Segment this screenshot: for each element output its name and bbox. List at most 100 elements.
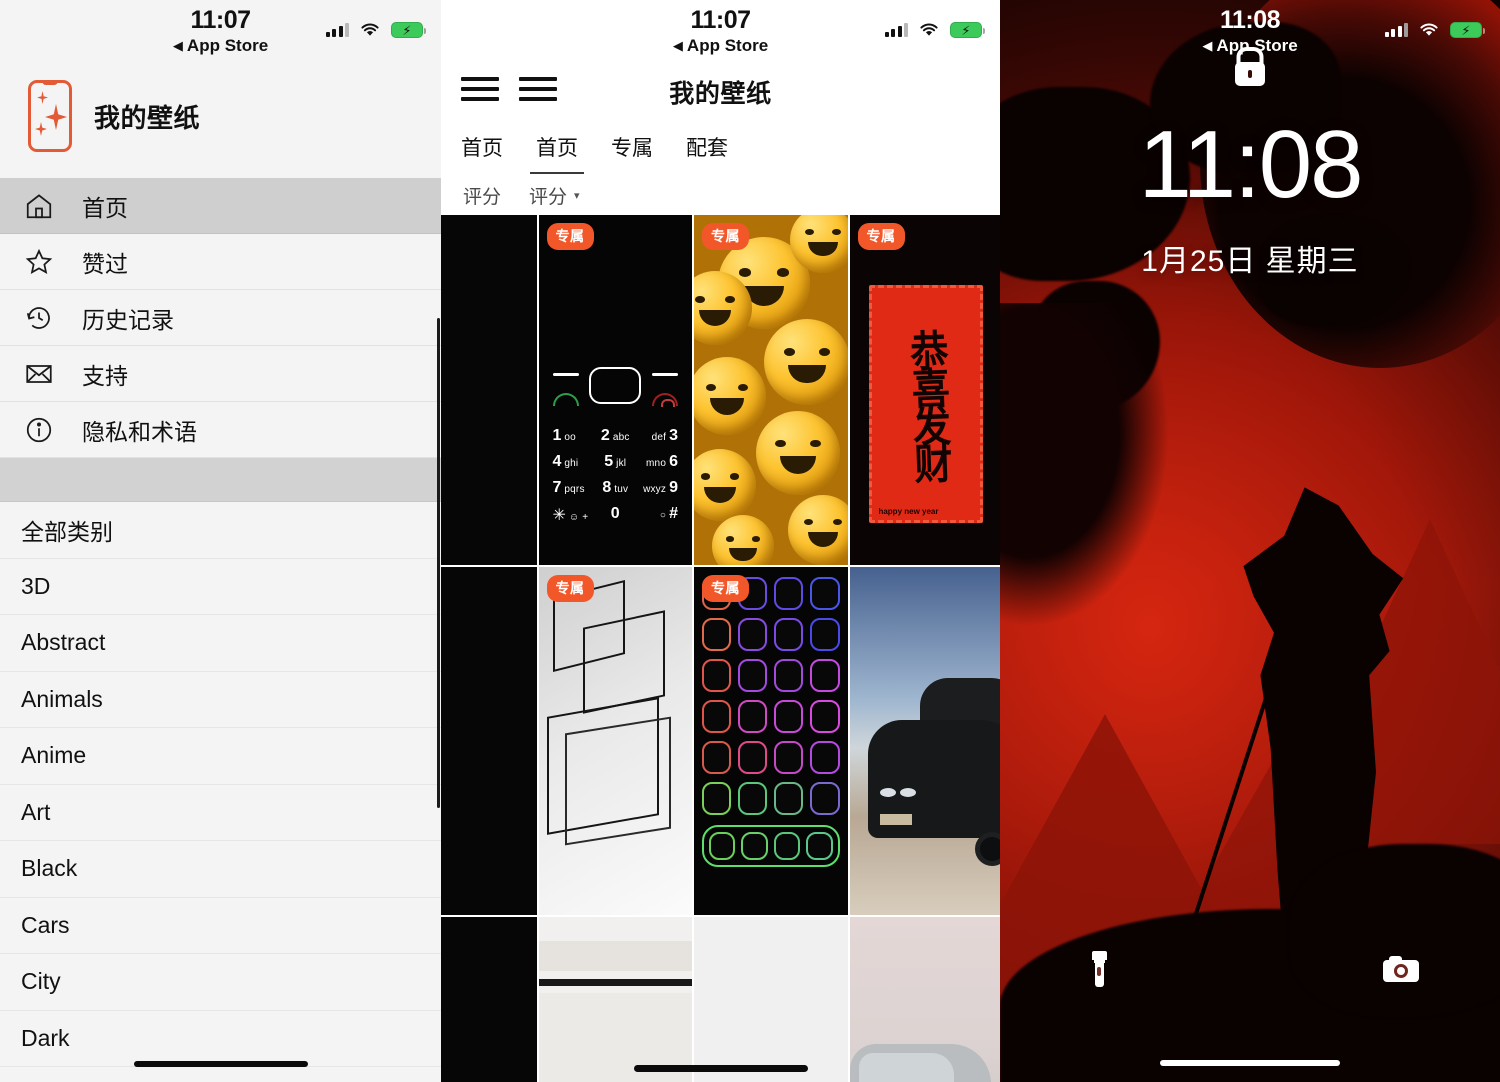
wallpaper-tile-glass-cubes[interactable]: 专属 bbox=[538, 567, 692, 915]
tab-bar: 首页 首页 专属 配套 bbox=[441, 122, 1000, 174]
back-label: App Store bbox=[186, 36, 269, 55]
camera-button[interactable] bbox=[1374, 942, 1428, 996]
filter-bar: 评分 评分 ▾ bbox=[441, 174, 1000, 219]
exclusive-badge: 专属 bbox=[702, 223, 749, 250]
lock-screen-time: 11:08 bbox=[1138, 111, 1363, 218]
panel-wallpaper-feed: 11:07 ◀ App Store ⚡ 我的壁纸 首页 首页 专属 配套 评分 … bbox=[441, 0, 1000, 1082]
back-label: App Store bbox=[1216, 36, 1298, 55]
wallpaper-tile-blank[interactable] bbox=[694, 917, 848, 1082]
wifi-icon bbox=[919, 23, 939, 37]
sidebar-item-home[interactable]: 首页 bbox=[0, 178, 441, 234]
status-icons: ⚡ bbox=[884, 22, 985, 38]
app-brand-header: 我的壁纸 bbox=[0, 62, 441, 178]
wallpaper-tile-bmw-car[interactable] bbox=[849, 567, 1000, 915]
wifi-icon bbox=[360, 23, 380, 37]
status-bar-panel3: 11:08 ◀ App Store ⚡ bbox=[1000, 0, 1500, 62]
tab-home-left[interactable]: 首页 bbox=[461, 132, 503, 174]
white-wall-wallpaper-art bbox=[538, 917, 692, 1082]
signal-icon bbox=[325, 23, 349, 37]
back-to-app-store[interactable]: ◀ App Store bbox=[441, 36, 1000, 56]
back-arrow-icon: ◀ bbox=[172, 38, 183, 53]
wallpaper-tile-silver-car[interactable] bbox=[849, 917, 1000, 1082]
sidebar-label: 首页 bbox=[82, 194, 128, 221]
flashlight-button[interactable] bbox=[1072, 942, 1126, 996]
wallpaper-tile-emoji[interactable]: 专属 bbox=[694, 215, 848, 565]
flashlight-icon bbox=[1091, 951, 1107, 987]
camera-icon bbox=[1383, 956, 1419, 982]
home-indicator bbox=[133, 1061, 308, 1067]
bmw-car-wallpaper-art bbox=[849, 567, 1000, 915]
chevron-down-icon: ▾ bbox=[574, 190, 580, 202]
sidebar-item-support[interactable]: 支持 bbox=[0, 346, 441, 402]
glass-cubes-wallpaper-art bbox=[538, 567, 692, 915]
category-item[interactable]: City bbox=[0, 954, 441, 1011]
wallpaper-tile-dark-edge-2[interactable] bbox=[441, 567, 537, 915]
back-to-app-store[interactable]: ◀ App Store bbox=[0, 36, 441, 56]
wallpaper-tile-keypad[interactable]: 1 oo 2 abc def 3 4 ghi 5 jkl mno 6 7 pqrs 8 tuv … bbox=[538, 215, 692, 565]
wallpaper-tile-dark-edge-3[interactable] bbox=[441, 917, 537, 1082]
sidebar-menu: 首页 赞过 历史记录 支持 隐私和术语 bbox=[0, 178, 441, 458]
sidebar-item-history[interactable]: 历史记录 bbox=[0, 290, 441, 346]
category-list: 全部类别 3D Abstract Animals Anime Art Black… bbox=[0, 502, 441, 1082]
neon-icon-grid-wallpaper-art bbox=[694, 567, 848, 915]
wallpaper-tile-neon-grid[interactable]: 专属 bbox=[694, 567, 848, 915]
app-title: 我的壁纸 bbox=[94, 102, 201, 133]
hongbao-greeting: 恭喜发财 bbox=[903, 328, 951, 480]
exclusive-badge: 专属 bbox=[702, 575, 749, 602]
filter-rating-static[interactable]: 评分 bbox=[463, 182, 501, 209]
page-title: 我的壁纸 bbox=[669, 80, 772, 108]
home-indicator bbox=[633, 1065, 808, 1072]
category-item[interactable]: Cars bbox=[0, 898, 441, 954]
status-bar-panel2: 11:07 ◀ App Store ⚡ bbox=[441, 0, 1000, 62]
exclusive-badge: 专属 bbox=[546, 223, 594, 250]
status-bar-panel1: 11:07 ◀ App Store ⚡ bbox=[0, 0, 441, 62]
wallpaper-grid-scroll[interactable]: 1 oo 2 abc def 3 4 ghi 5 jkl mno 6 7 pqrs 8 tuv … bbox=[441, 214, 1000, 1082]
filter-rating-dropdown[interactable]: 评分 ▾ bbox=[529, 182, 580, 209]
silver-car-wallpaper-art bbox=[849, 917, 1000, 1082]
battery-charging-icon: ⚡ bbox=[391, 22, 426, 38]
lock-screen-date: 1月25日 星期三 bbox=[1141, 245, 1359, 278]
hongbao-subtext: happy new year bbox=[878, 507, 939, 516]
info-icon bbox=[20, 411, 58, 449]
exclusive-badge: 专属 bbox=[546, 575, 594, 602]
mail-icon bbox=[20, 355, 58, 393]
wallpaper-tile-dark-edge[interactable] bbox=[441, 215, 537, 565]
wallpaper-tile-white-wall-car[interactable] bbox=[538, 917, 692, 1082]
star-icon bbox=[20, 243, 58, 281]
panel-lock-screen: 11:08 ◀ App Store ⚡ 11:08 1月25日 星期三 bbox=[1000, 0, 1500, 1082]
scrollbar[interactable] bbox=[437, 318, 440, 808]
status-icons: ⚡ bbox=[1384, 22, 1485, 38]
filter-label: 评分 bbox=[463, 187, 502, 208]
category-item[interactable]: 全部类别 bbox=[0, 502, 441, 559]
sidebar-item-privacy[interactable]: 隐私和术语 bbox=[0, 402, 441, 458]
filter-label: 评分 bbox=[529, 187, 568, 208]
tab-home[interactable]: 首页 bbox=[530, 132, 584, 174]
sidebar-item-liked[interactable]: 赞过 bbox=[0, 234, 441, 290]
home-indicator bbox=[1160, 1060, 1340, 1066]
category-item[interactable]: Dark bbox=[0, 1011, 441, 1067]
sidebar-label: 支持 bbox=[82, 362, 128, 389]
tab-exclusive[interactable]: 专属 bbox=[611, 132, 653, 174]
signal-icon bbox=[1384, 23, 1408, 37]
wifi-icon bbox=[1419, 23, 1439, 37]
battery-charging-icon: ⚡ bbox=[1450, 22, 1485, 38]
category-item[interactable]: Anime bbox=[0, 728, 441, 785]
back-label: App Store bbox=[686, 36, 769, 55]
nav-bar: 我的壁纸 bbox=[441, 62, 1000, 122]
lock-closed-icon bbox=[1235, 62, 1265, 86]
category-item[interactable]: Animals bbox=[0, 672, 441, 728]
category-item[interactable]: Art bbox=[0, 785, 441, 841]
category-item[interactable]: 3D bbox=[0, 559, 441, 615]
three-phone-screenshots: 11:07 ◀ App Store ⚡ 我的壁纸 首页 赞过 历史记录 支持 隐… bbox=[0, 0, 1500, 1082]
sidebar-label: 隐私和术语 bbox=[82, 418, 197, 445]
category-item[interactable]: Abstract bbox=[0, 615, 441, 672]
wallpaper-grid: 1 oo 2 abc def 3 4 ghi 5 jkl mno 6 7 pqrs 8 tuv … bbox=[441, 214, 1000, 1082]
status-icons: ⚡ bbox=[325, 22, 426, 38]
battery-charging-icon: ⚡ bbox=[950, 22, 985, 38]
tab-matching[interactable]: 配套 bbox=[686, 132, 728, 174]
back-to-app-store[interactable]: ◀ App Store bbox=[1000, 36, 1500, 56]
wallpaper-tile-red-envelope[interactable]: 恭喜发财 happy new year 专属 bbox=[849, 215, 1000, 565]
history-icon bbox=[20, 299, 58, 337]
back-arrow-icon: ◀ bbox=[1202, 38, 1213, 53]
category-item[interactable]: Black bbox=[0, 841, 441, 898]
